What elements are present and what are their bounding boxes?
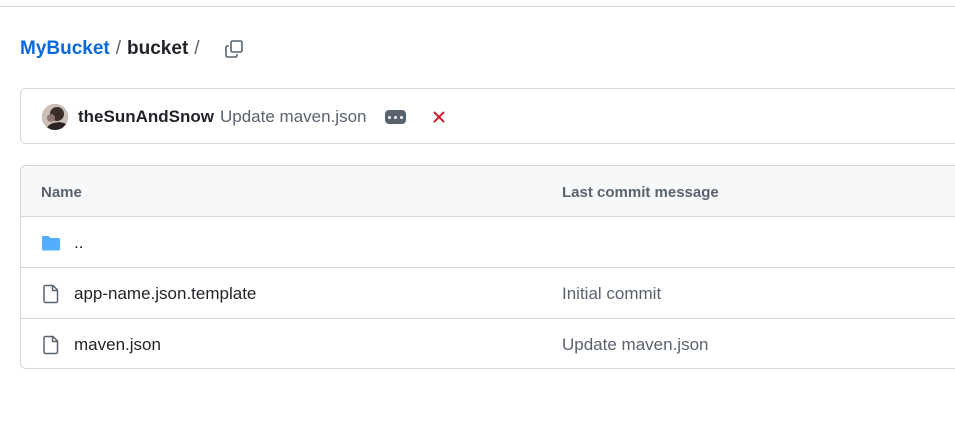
copy-icon [225, 40, 243, 58]
table-row[interactable]: .. [21, 217, 955, 268]
table-header: Name Last commit message [21, 166, 955, 217]
avatar-image [42, 104, 68, 130]
file-icon [43, 284, 59, 304]
ellipsis-dot [388, 115, 391, 119]
file-name-link[interactable]: app-name.json.template [74, 284, 256, 304]
latest-commit-bar: theSunAndSnow Update maven.json [20, 88, 955, 144]
breadcrumb-current: bucket [127, 38, 189, 59]
file-name-link[interactable]: maven.json [74, 335, 161, 355]
table-row[interactable]: maven.json Update maven.json [21, 319, 955, 368]
commit-details-button[interactable] [385, 110, 406, 124]
ellipsis-dot [394, 115, 397, 119]
file-table: Name Last commit message .. app-name.jso… [20, 165, 955, 369]
table-row[interactable]: app-name.json.template Initial commit [21, 268, 955, 319]
file-icon [43, 335, 59, 355]
folder-icon [42, 236, 60, 251]
column-header-last-commit: Last commit message [562, 184, 719, 201]
breadcrumb-separator: / [115, 38, 122, 59]
ellipsis-dot [400, 115, 403, 119]
breadcrumb: MyBucket / bucket / [20, 36, 206, 62]
avatar[interactable] [42, 104, 68, 130]
copy-path-button[interactable] [220, 36, 248, 62]
breadcrumb-root-link[interactable]: MyBucket [20, 38, 110, 60]
parent-directory-link[interactable]: .. [74, 233, 83, 253]
breadcrumb-trailing-separator: / [194, 38, 200, 59]
row-commit-message[interactable]: Update maven.json [562, 335, 708, 355]
top-divider [0, 6, 955, 7]
x-icon[interactable] [431, 109, 447, 125]
commit-author-link[interactable]: theSunAndSnow [78, 107, 214, 127]
commit-message-link[interactable]: Update maven.json [220, 107, 366, 127]
column-header-name: Name [41, 184, 82, 201]
row-commit-message[interactable]: Initial commit [562, 284, 661, 304]
